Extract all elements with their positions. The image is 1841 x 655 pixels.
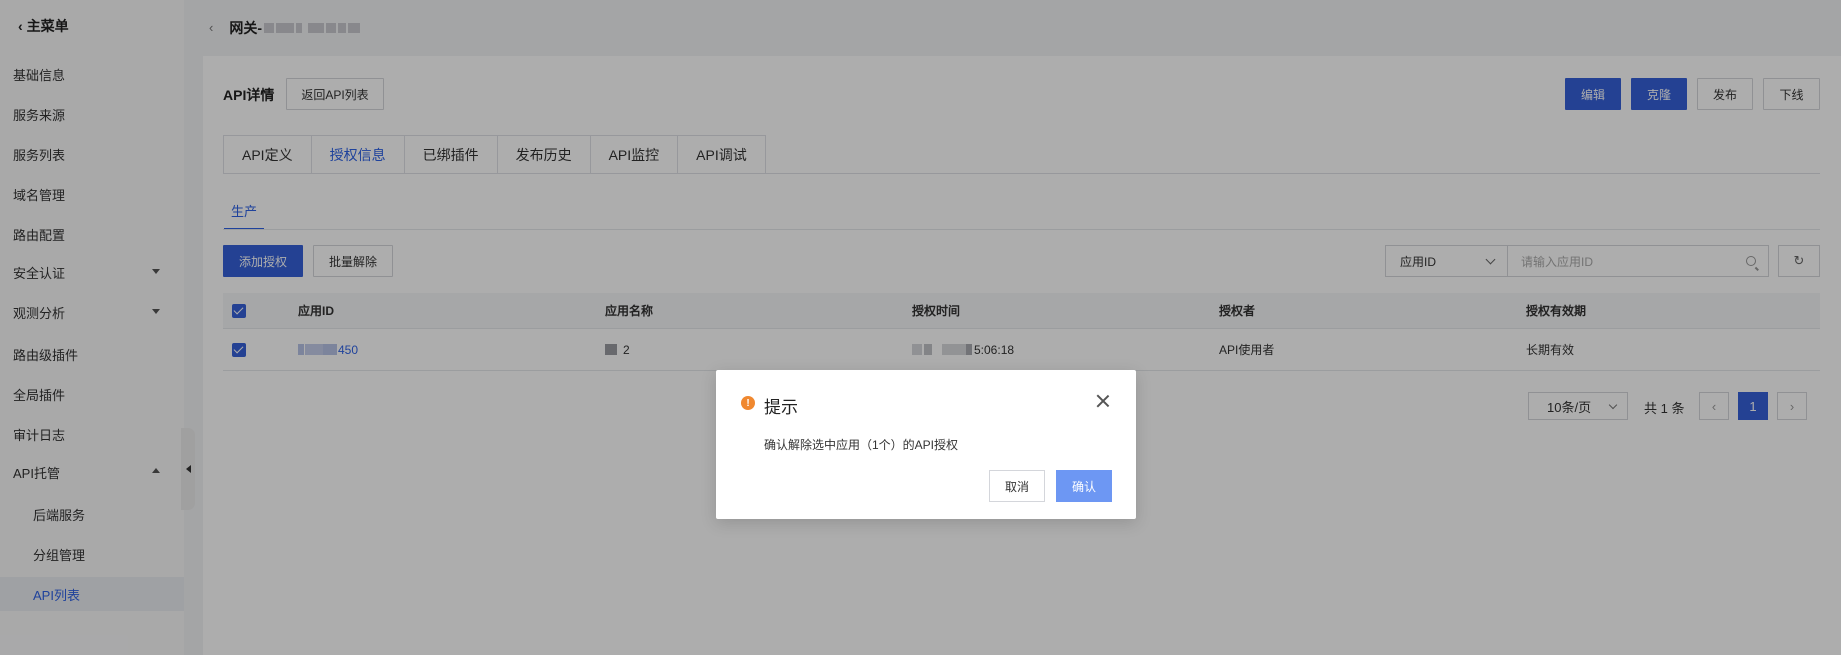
modal-backdrop[interactable]	[0, 0, 1841, 655]
confirm-dialog: ! 提示 确认解除选中应用（1个）的API授权 取消 确认	[716, 370, 1136, 519]
close-icon[interactable]	[1096, 394, 1110, 408]
warning-icon: !	[741, 396, 755, 410]
dialog-title: 提示	[764, 398, 798, 417]
cancel-button[interactable]: 取消	[989, 470, 1045, 502]
confirm-button[interactable]: 确认	[1056, 470, 1112, 502]
dialog-message: 确认解除选中应用（1个）的API授权	[764, 438, 959, 452]
